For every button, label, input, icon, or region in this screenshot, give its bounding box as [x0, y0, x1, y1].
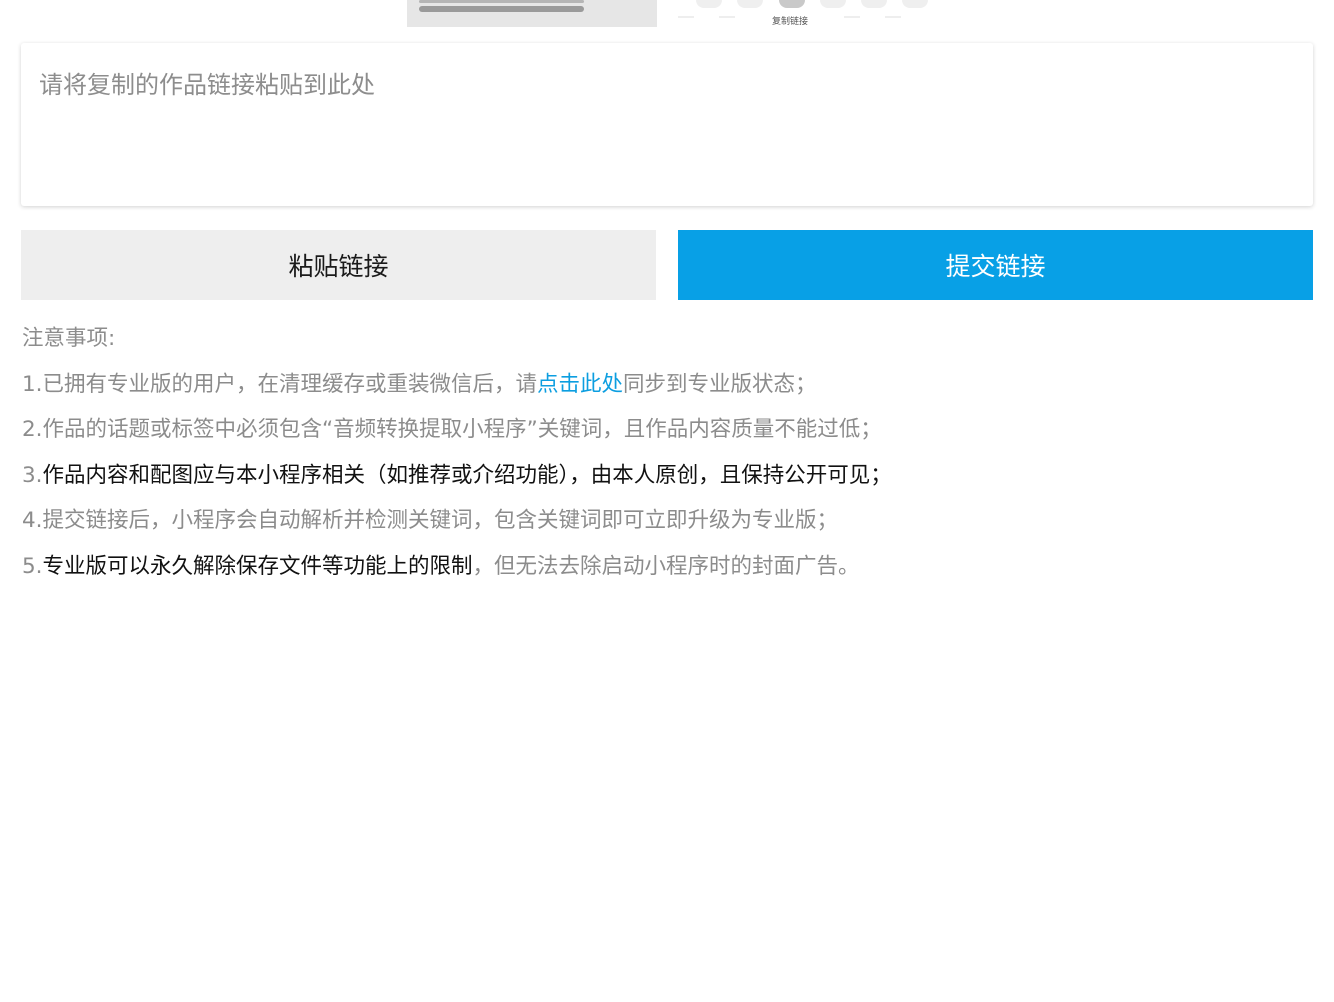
tutorial-screenshot-thumbnail [407, 0, 657, 27]
note-item-4: 4.提交链接后，小程序会自动解析并检测关键词，包含关键词即可立即升级为专业版； [22, 498, 1322, 544]
note-number: 3. [22, 462, 43, 488]
share-option-icon [820, 0, 846, 8]
submit-link-button[interactable]: 提交链接 [678, 230, 1313, 300]
share-option-icon [737, 0, 763, 8]
tutorial-illustration: 复制链接 [0, 0, 1334, 28]
note-item-3: 3.作品内容和配图应与本小程序相关（如推荐或介绍功能），由本人原创，且保持公开可… [22, 453, 1322, 499]
note-item-5: 5.专业版可以永久解除保存文件等功能上的限制，但无法去除启动小程序时的封面广告。 [22, 544, 1322, 590]
note-number: 5. [22, 553, 43, 579]
note-text: 作品的话题或标签中必须包含“音频转换提取小程序”关键词，且作品内容质量不能过低； [42, 417, 882, 443]
note-text: ，但无法去除启动小程序时的封面广告。 [472, 553, 860, 579]
link-input-container [21, 43, 1313, 206]
note-number: 2. [22, 417, 43, 443]
note-text: 提交链接后，小程序会自动解析并检测关键词，包含关键词即可立即升级为专业版； [42, 508, 839, 534]
notes-heading: 注意事项: [22, 326, 116, 351]
copy-link-icon [779, 0, 805, 8]
note-text: 同步到专业版状态； [623, 371, 817, 397]
share-option-icon [696, 0, 722, 8]
sync-pro-link[interactable]: 点击此处 [537, 372, 623, 397]
note-item-1: 1.已拥有专业版的用户，在清理缓存或重装微信后，请点击此处同步到专业版状态； [22, 362, 1322, 408]
note-number: 1. [22, 371, 43, 397]
note-number: 4. [22, 508, 43, 534]
notes-section: 注意事项: 1.已拥有专业版的用户，在清理缓存或重装微信后，请点击此处同步到专业… [22, 316, 1322, 590]
paste-link-label: 粘贴链接 [288, 252, 389, 281]
link-input[interactable] [21, 43, 1313, 206]
note-item-2: 2.作品的话题或标签中必须包含“音频转换提取小程序”关键词，且作品内容质量不能过… [22, 407, 1322, 453]
note-text: 作品内容和配图应与本小程序相关（如推荐或介绍功能），由本人原创，且保持公开可见； [42, 462, 892, 488]
share-option-icon [902, 0, 928, 8]
submit-link-label: 提交链接 [945, 252, 1046, 281]
share-option-icon [861, 0, 887, 8]
pro-upgrade-page: 复制链接 粘贴链接 提交链接 注意事项: 1.已拥有专业版的用户，在清理缓存或重… [0, 0, 1334, 1002]
note-highlight-text: 专业版可以永久解除保存文件等功能上的限制 [42, 553, 473, 579]
copy-link-caption: 复制链接 [772, 17, 809, 27]
share-panel-thumbnail: 复制链接 [676, 0, 928, 27]
note-text: 已拥有专业版的用户，在清理缓存或重装微信后，请 [42, 371, 538, 397]
paste-link-button[interactable]: 粘贴链接 [21, 230, 656, 300]
